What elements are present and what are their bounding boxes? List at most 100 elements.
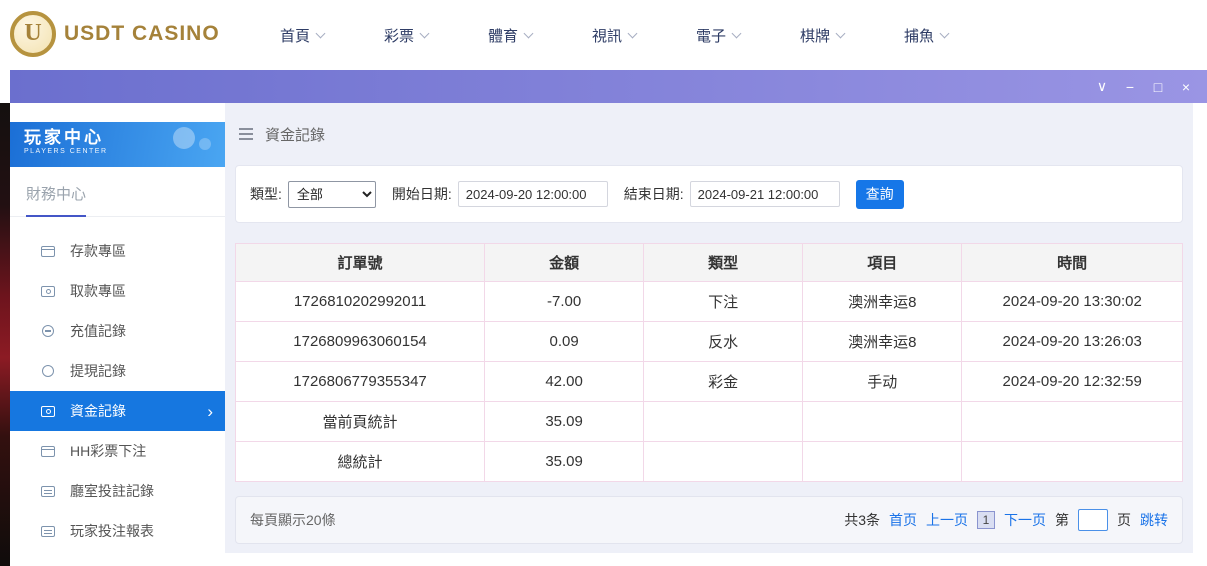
minimize-icon[interactable]: − <box>1119 76 1141 98</box>
nav-item-label: 首頁 <box>280 25 310 46</box>
table-row: 1726806779355347 42.00 彩金 手动 2024-09-20 … <box>236 362 1183 402</box>
section-finance-center: 財務中心 <box>10 167 225 217</box>
cell-amount: 35.09 <box>485 442 644 482</box>
cell-time: 2024-09-20 13:30:02 <box>962 282 1183 322</box>
cell-time: 2024-09-20 13:26:03 <box>962 322 1183 362</box>
room-bet-record-icon <box>40 486 56 497</box>
cell-order-no: 1726809963060154 <box>236 322 485 362</box>
cell-amount: 0.09 <box>485 322 644 362</box>
cell-item: 澳洲幸运8 <box>803 282 962 322</box>
cell-amount: 35.09 <box>485 402 644 442</box>
decor-circle-icon <box>173 127 195 149</box>
nav-item-label: 棋牌 <box>800 25 830 46</box>
cell-type: 下注 <box>644 282 803 322</box>
nav-item-sports[interactable]: 體育 <box>458 0 562 70</box>
sidebar: 玩家中心 PLAYERS CENTER 財務中心 存款專區 取款專區 充值記錄 <box>10 103 225 566</box>
page-title: 資金記錄 <box>265 124 325 145</box>
prev-page-link[interactable]: 上一页 <box>926 510 968 530</box>
nav-item-cards[interactable]: 棋牌 <box>770 0 874 70</box>
breadcrumb: 資金記錄 <box>225 103 1193 165</box>
pagination: 共3条 首页 上一页 1 下一页 第 页 跳转 <box>844 509 1168 531</box>
lottery-bet-icon <box>40 446 56 457</box>
sidebar-item-fund-records[interactable]: 資金記錄 › <box>10 391 225 431</box>
cell-item <box>803 402 962 442</box>
chevron-down-icon <box>836 28 846 38</box>
column-header-time: 時間 <box>962 244 1183 282</box>
cell-item: 手动 <box>803 362 962 402</box>
chevron-right-icon: › <box>207 403 213 420</box>
nav-item-lottery[interactable]: 彩票 <box>354 0 458 70</box>
sidebar-subtitle: PLAYERS CENTER <box>24 148 225 155</box>
recharge-record-icon <box>40 325 56 337</box>
players-center-banner: 玩家中心 PLAYERS CENTER <box>10 122 225 167</box>
sidebar-item-withdraw[interactable]: 取款專區 <box>10 271 225 311</box>
close-icon[interactable]: × <box>1175 76 1197 98</box>
sidebar-item-room-bet-records[interactable]: 廳室投註記錄 <box>10 471 225 511</box>
cell-item <box>803 442 962 482</box>
first-page-link[interactable]: 首页 <box>889 510 917 530</box>
cell-time: 2024-09-20 12:32:59 <box>962 362 1183 402</box>
table-row: 1726809963060154 0.09 反水 澳洲幸运8 2024-09-2… <box>236 322 1183 362</box>
site-header: U USDT CASINO 首頁 彩票 體育 視訊 電子 棋牌 捕魚 <box>0 0 1207 70</box>
type-filter-label: 類型: <box>250 184 282 204</box>
logo-letter: U <box>24 20 41 47</box>
cell-label: 當前頁統計 <box>236 402 485 442</box>
decor-circle-icon <box>199 138 211 150</box>
cell-time <box>962 442 1183 482</box>
nav-item-fishing[interactable]: 捕魚 <box>874 0 978 70</box>
nav-item-video[interactable]: 視訊 <box>562 0 666 70</box>
column-header-order-no: 訂單號 <box>236 244 485 282</box>
sidebar-item-deposit[interactable]: 存款專區 <box>10 231 225 271</box>
nav-item-label: 視訊 <box>592 25 622 46</box>
section-personal-center: 個人中心 <box>10 551 225 566</box>
cell-type <box>644 402 803 442</box>
hamburger-icon <box>239 127 255 141</box>
cell-time <box>962 402 1183 442</box>
chevron-down-icon <box>628 28 638 38</box>
section-label: 財務中心 <box>26 186 86 203</box>
sidebar-item-withdraw-records[interactable]: 提現記錄 <box>10 351 225 391</box>
start-date-input[interactable] <box>458 181 608 207</box>
sidebar-item-label: 存款專區 <box>70 241 126 261</box>
table-footer: 每頁顯示20條 共3条 首页 上一页 1 下一页 第 页 跳转 <box>235 496 1183 544</box>
table-row-grand-total: 總統計 35.09 <box>236 442 1183 482</box>
main-panel: 資金記錄 類型: 全部 開始日期: 結束日期: 查詢 訂單號 金額 <box>225 103 1193 553</box>
start-date-label: 開始日期: <box>392 184 452 204</box>
cell-type: 反水 <box>644 322 803 362</box>
sidebar-item-label: HH彩票下注 <box>70 441 146 461</box>
nav-item-label: 體育 <box>488 25 518 46</box>
logo-icon: U <box>10 11 56 57</box>
sidebar-menu: 存款專區 取款專區 充值記錄 提現記錄 資金記錄 › HH彩票下注 <box>10 217 225 551</box>
nav-item-home[interactable]: 首頁 <box>250 0 354 70</box>
page-jump-input[interactable] <box>1078 509 1108 531</box>
chevron-down-icon <box>316 28 326 38</box>
column-header-amount: 金額 <box>485 244 644 282</box>
current-page-badge[interactable]: 1 <box>977 511 995 529</box>
sidebar-item-player-bet-report[interactable]: 玩家投注報表 <box>10 511 225 551</box>
total-count-text: 共3条 <box>844 510 880 530</box>
column-header-type: 類型 <box>644 244 803 282</box>
jump-button[interactable]: 跳转 <box>1140 510 1168 530</box>
sidebar-item-hh-lottery-bets[interactable]: HH彩票下注 <box>10 431 225 471</box>
column-header-item: 項目 <box>803 244 962 282</box>
logo-text: USDT CASINO <box>64 22 220 46</box>
window-titlebar: ∨ − □ × <box>10 70 1207 103</box>
maximize-icon[interactable]: □ <box>1147 76 1169 98</box>
nav-item-slots[interactable]: 電子 <box>666 0 770 70</box>
type-select[interactable]: 全部 <box>288 181 376 208</box>
funds-record-icon <box>40 406 56 417</box>
cell-label: 總統計 <box>236 442 485 482</box>
end-date-input[interactable] <box>690 181 840 207</box>
sidebar-item-recharge-records[interactable]: 充值記錄 <box>10 311 225 351</box>
section-underline <box>26 215 86 217</box>
filter-bar: 類型: 全部 開始日期: 結束日期: 查詢 <box>235 165 1183 223</box>
logo[interactable]: U USDT CASINO <box>10 11 220 57</box>
chevron-down-icon[interactable]: ∨ <box>1091 76 1113 98</box>
cell-type: 彩金 <box>644 362 803 402</box>
withdraw-icon <box>40 286 56 297</box>
sidebar-item-label: 提現記錄 <box>70 361 126 381</box>
next-page-link[interactable]: 下一页 <box>1004 510 1046 530</box>
sidebar-item-label: 取款專區 <box>70 281 126 301</box>
sidebar-item-label: 玩家投注報表 <box>70 521 154 541</box>
search-button[interactable]: 查詢 <box>856 180 904 209</box>
